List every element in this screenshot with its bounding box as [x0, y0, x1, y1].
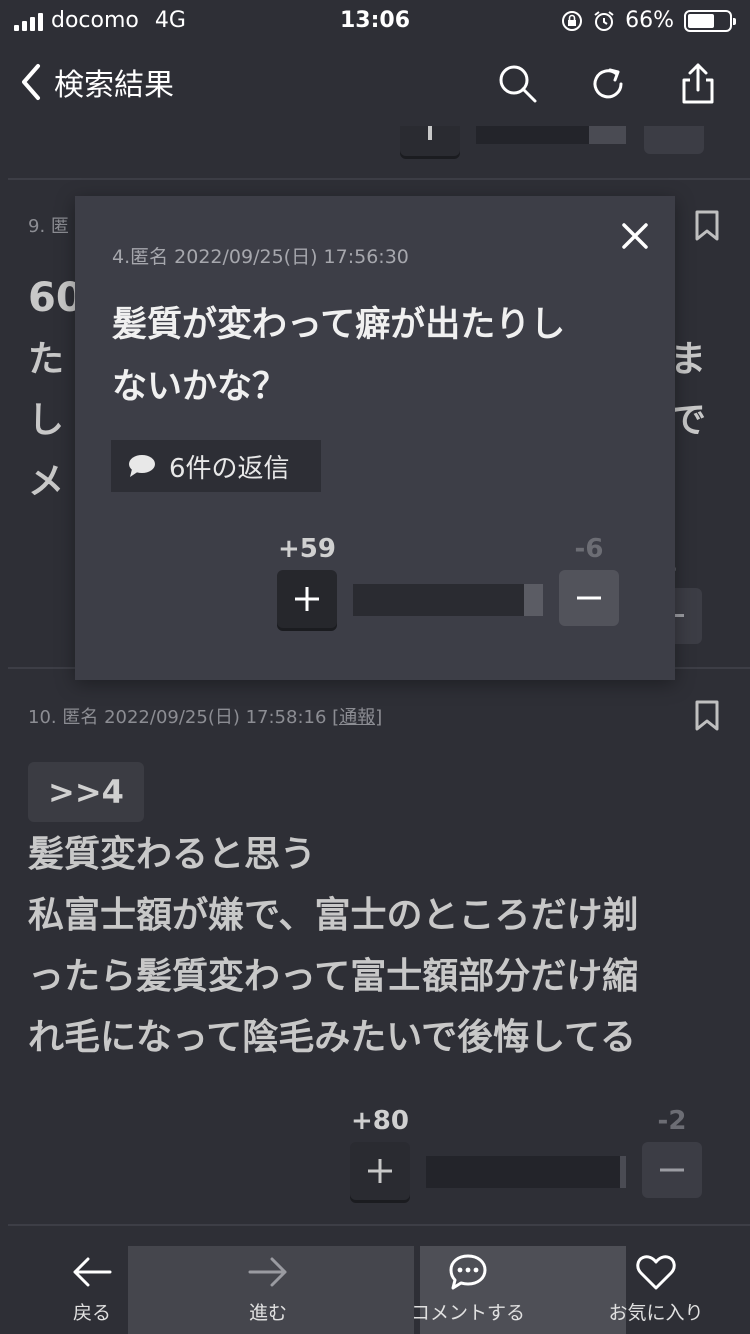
comment-meta: 10. 匿名 2022/09/25(日) 17:58:16 [通報] — [28, 707, 383, 728]
tab-comment[interactable]: コメントする — [388, 1246, 548, 1325]
plus-icon — [368, 1159, 392, 1183]
back-button[interactable]: 検索結果 — [18, 60, 174, 104]
battery-percent: 66% — [625, 8, 674, 33]
minus-button[interactable] — [642, 1142, 702, 1198]
tab-back[interactable]: 戻る — [12, 1246, 172, 1325]
plus-button[interactable] — [350, 1142, 410, 1200]
search-icon[interactable] — [496, 62, 540, 106]
replies-label: 6件の返信 — [169, 453, 290, 484]
tab-label: お気に入り — [608, 1302, 704, 1324]
plus-count: +80 — [351, 1106, 409, 1136]
comment-meta: 9. 匿 — [28, 216, 69, 237]
minus-button[interactable] — [644, 126, 704, 154]
anchor-popup: 4.匿名 2022/09/25(日) 17:56:30 髪質が変わって癖が出たり… — [75, 196, 675, 680]
status-bar: docomo 4G 13:06 66% — [0, 0, 750, 42]
popup-meta: 4.匿名 2022/09/25(日) 17:56:30 — [112, 246, 409, 268]
previous-post-vote-row — [400, 126, 704, 160]
popup-text: 髪質が変わって癖が出たりし ないかな？ — [112, 305, 566, 407]
minus-icon — [660, 1168, 684, 1172]
chevron-left-icon — [22, 64, 40, 100]
tab-forward[interactable]: 進む — [188, 1246, 348, 1325]
battery-icon — [684, 9, 736, 32]
report-link[interactable]: [通報] — [332, 707, 382, 728]
comment-text-right: ま で — [670, 339, 707, 441]
plus-count: +59 — [278, 534, 336, 564]
minus-count: -2 — [657, 1106, 687, 1136]
arrow-right-icon — [248, 1257, 287, 1287]
reload-icon[interactable] — [586, 62, 630, 106]
tab-label: 進む — [248, 1302, 287, 1324]
alarm-icon — [594, 10, 614, 31]
vote-ratio-bar — [426, 1156, 626, 1188]
vote-control: +59 -6 — [277, 534, 619, 644]
minus-icon — [577, 596, 601, 600]
minus-button[interactable] — [559, 570, 619, 626]
bookmark-icon[interactable] — [694, 210, 720, 242]
tab-label: 戻る — [72, 1302, 111, 1324]
bottom-toolbar: 戻る 進む コメントする お気に入り — [0, 1226, 750, 1334]
page-title: 検索結果 — [54, 68, 174, 103]
replies-button[interactable]: 6件の返信 — [111, 440, 321, 492]
tab-label: コメントする — [410, 1302, 525, 1324]
comment-text: 髪質変わると思う 私富士額が嫌で、富士のところだけ剃 ったら髪質変わって富士額部… — [28, 834, 639, 1058]
vote-ratio-bar — [476, 126, 626, 144]
plus-button[interactable] — [277, 570, 337, 628]
plus-button[interactable] — [400, 126, 460, 156]
tab-favorite[interactable]: お気に入り — [576, 1246, 736, 1325]
heart-icon — [636, 1255, 676, 1290]
vote-ratio-bar — [353, 584, 543, 616]
close-icon[interactable] — [619, 220, 651, 252]
plus-icon — [295, 587, 319, 611]
minus-count: -6 — [574, 534, 604, 564]
comment-icon — [449, 1254, 487, 1290]
share-icon[interactable] — [676, 62, 720, 106]
vote-control: +80 -2 — [350, 1106, 702, 1216]
divider — [8, 178, 750, 180]
anchor-link[interactable]: >>4 — [28, 762, 144, 822]
bookmark-icon[interactable] — [694, 700, 720, 732]
nav-bar: 検索結果 — [0, 42, 750, 126]
speech-bubble-icon — [129, 455, 155, 477]
arrow-left-icon — [73, 1257, 112, 1287]
rotation-lock-icon — [562, 10, 583, 31]
